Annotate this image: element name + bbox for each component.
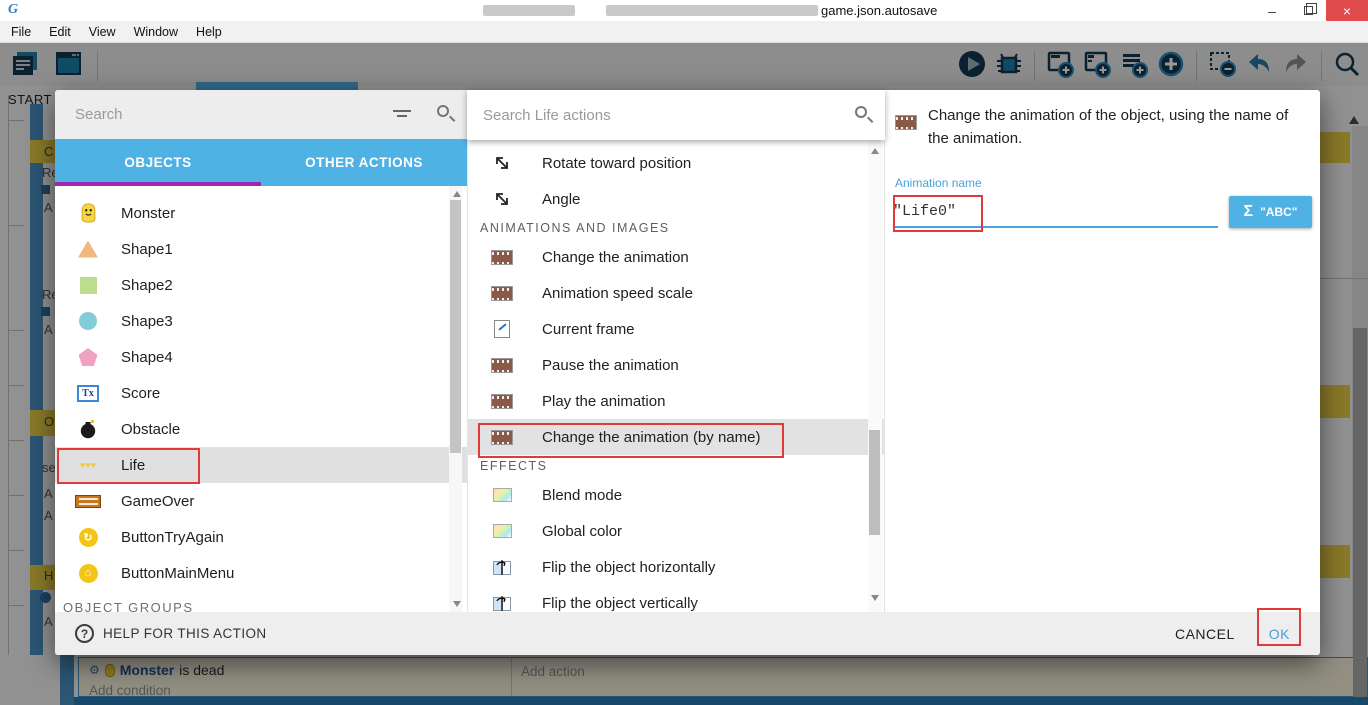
object-row-obstacle[interactable]: Obstacle <box>55 411 467 447</box>
action-list: Rotate toward position Angle ANIMATIONS … <box>467 140 885 612</box>
scroll-down-arrow[interactable] <box>453 601 461 607</box>
retry-button-icon: ↻ <box>75 528 101 547</box>
object-row-shape3[interactable]: Shape3 <box>55 303 467 339</box>
flip-icon <box>489 559 515 576</box>
close-button[interactable]: × <box>1326 0 1368 21</box>
rainbow-icon <box>489 488 515 502</box>
menu-help[interactable]: Help <box>187 25 231 39</box>
window-title: game.json.autosave <box>821 3 937 18</box>
restore-button[interactable] <box>1290 0 1326 21</box>
text-object-icon: Tx <box>75 385 101 402</box>
film-strip-icon <box>489 394 515 409</box>
action-row-flip-vertically[interactable]: Flip the object vertically <box>468 585 884 612</box>
action-list-scrollbar-thumb[interactable] <box>869 430 880 535</box>
action-description: Change the animation of the object, usin… <box>928 104 1313 150</box>
section-header-animations: ANIMATIONS AND IMAGES <box>468 217 884 239</box>
action-list-scrollbar[interactable] <box>868 140 882 612</box>
menu-view[interactable]: View <box>80 25 125 39</box>
triangle-icon <box>75 241 101 258</box>
menu-window[interactable]: Window <box>125 25 187 39</box>
minimize-button[interactable]: – <box>1254 0 1290 21</box>
help-for-this-action-link[interactable]: ? HELP FOR THIS ACTION <box>75 624 267 643</box>
animation-name-input[interactable] <box>893 190 1218 226</box>
gameover-icon <box>75 495 101 508</box>
tab-objects[interactable]: OBJECTS <box>55 139 261 186</box>
home-button-icon: ⌂ <box>75 564 101 583</box>
film-strip-icon <box>489 250 515 265</box>
redacted-title-segment <box>483 5 575 16</box>
rainbow-icon <box>489 524 515 538</box>
expression-abc-label: "ABC" <box>1260 205 1297 219</box>
filter-icon[interactable] <box>393 109 411 121</box>
object-row-gameover[interactable]: GameOver <box>55 483 467 519</box>
action-row-angle[interactable]: Angle <box>468 181 884 217</box>
bomb-icon <box>75 419 101 439</box>
action-parameters-panel: Change the animation of the object, usin… <box>885 90 1320 612</box>
film-strip-icon <box>489 430 515 445</box>
action-row-pause-animation[interactable]: Pause the animation <box>468 347 884 383</box>
menu-bar: File Edit View Window Help <box>0 21 1368 43</box>
sigma-icon: Σ <box>1244 203 1254 221</box>
expression-editor-button[interactable]: Σ "ABC" <box>1229 196 1312 228</box>
action-row-flip-horizontally[interactable]: Flip the object horizontally <box>468 549 884 585</box>
object-row-monster[interactable]: Monster <box>55 195 467 231</box>
action-row-play-animation[interactable]: Play the animation <box>468 383 884 419</box>
help-icon: ? <box>75 624 94 643</box>
film-strip-icon <box>489 286 515 301</box>
object-row-shape1[interactable]: Shape1 <box>55 231 467 267</box>
section-header-effects: EFFECTS <box>468 455 884 477</box>
object-groups-header: OBJECT GROUPS <box>55 596 467 612</box>
gdevelop-logo-icon: G <box>8 2 18 18</box>
restore-icon <box>1304 6 1313 15</box>
search-icon <box>855 106 867 118</box>
action-chooser-dialog: OBJECTS OTHER ACTIONS Monster Shape1 Sha… <box>55 90 1320 655</box>
animation-name-label: Animation name <box>895 176 982 190</box>
action-row-rotate-toward-position[interactable]: Rotate toward position <box>468 145 884 181</box>
cancel-button[interactable]: CANCEL <box>1175 626 1235 642</box>
object-row-shape2[interactable]: Shape2 <box>55 267 467 303</box>
action-row-global-color[interactable]: Global color <box>468 513 884 549</box>
action-search-input[interactable] <box>483 103 813 127</box>
scroll-up-arrow[interactable] <box>453 191 461 197</box>
menu-edit[interactable]: Edit <box>40 25 80 39</box>
object-row-life[interactable]: ♥♥♥ Life <box>55 447 467 483</box>
rotate-arrow-icon <box>489 189 515 209</box>
frame-edit-icon <box>489 320 515 338</box>
redacted-title-segment <box>606 5 818 16</box>
scroll-down-arrow[interactable] <box>871 595 879 601</box>
animation-name-field-wrap <box>893 190 1218 228</box>
square-icon <box>75 277 101 294</box>
title-bar: G game.json.autosave – × <box>0 0 1368 21</box>
action-row-current-frame[interactable]: Current frame <box>468 311 884 347</box>
object-row-buttonmainmenu[interactable]: ⌂ ButtonMainMenu <box>55 555 467 591</box>
menu-file[interactable]: File <box>2 25 40 39</box>
film-strip-icon <box>895 115 917 130</box>
scroll-up-arrow[interactable] <box>871 148 879 154</box>
tab-other-actions[interactable]: OTHER ACTIONS <box>261 139 467 186</box>
object-search-input[interactable] <box>75 102 375 126</box>
action-row-change-animation-by-name[interactable]: Change the animation (by name) <box>468 419 884 455</box>
object-row-score[interactable]: Tx Score <box>55 375 467 411</box>
object-row-buttontryagain[interactable]: ↻ ButtonTryAgain <box>55 519 467 555</box>
search-icon <box>437 105 449 117</box>
object-tabs: OBJECTS OTHER ACTIONS <box>55 139 467 186</box>
dialog-footer: ? HELP FOR THIS ACTION CANCEL OK <box>55 612 1320 655</box>
object-row-shape4[interactable]: Shape4 <box>55 339 467 375</box>
action-row-change-animation[interactable]: Change the animation <box>468 239 884 275</box>
action-row-animation-speed-scale[interactable]: Animation speed scale <box>468 275 884 311</box>
circle-icon <box>75 312 101 330</box>
action-search-bar <box>467 90 885 140</box>
object-list-scrollbar-thumb[interactable] <box>450 200 461 453</box>
flip-icon <box>489 595 515 612</box>
object-search-bar <box>55 90 467 139</box>
monster-icon <box>75 202 101 224</box>
hearts-icon: ♥♥♥ <box>75 461 101 470</box>
object-list: Monster Shape1 Shape2 Shape3 Shape4 Tx S… <box>55 186 467 612</box>
gdevelop-window: G game.json.autosave – × File Edit View … <box>0 0 1368 705</box>
rotate-arrow-icon <box>489 153 515 173</box>
film-strip-icon <box>489 358 515 373</box>
ok-button[interactable]: OK <box>1269 626 1290 642</box>
pentagon-icon <box>75 348 101 366</box>
action-row-blend-mode[interactable]: Blend mode <box>468 477 884 513</box>
